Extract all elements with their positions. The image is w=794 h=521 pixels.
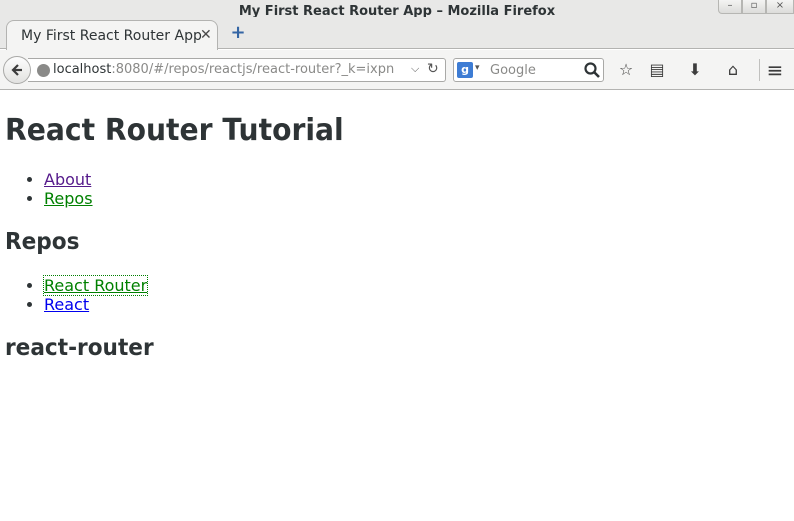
back-arrow-icon [11, 64, 22, 76]
reload-icon[interactable]: ↻ [427, 61, 439, 77]
react-router-link[interactable]: React Router [42, 275, 149, 296]
search-icon[interactable] [583, 61, 601, 79]
menu-icon[interactable]: ≡ [765, 60, 785, 80]
repo-name-heading: react-router [5, 335, 154, 361]
tab-close-icon[interactable]: ✕ [200, 27, 212, 43]
tab-strip: My First React Router App ✕ + [0, 17, 794, 50]
page-title: React Router Tutorial [5, 113, 344, 148]
list-item: Repos [44, 189, 93, 208]
react-link[interactable]: React [44, 295, 89, 314]
search-input[interactable] [490, 62, 578, 78]
page-content: React Router Tutorial About Repos Repos … [0, 91, 794, 521]
list-item: About [44, 170, 93, 189]
repos-heading: Repos [5, 229, 80, 255]
reading-list-icon[interactable]: ▤ [647, 60, 667, 80]
list-item: React Router [42, 275, 149, 296]
new-tab-button[interactable]: + [230, 24, 246, 42]
url-bar[interactable]: localhost:8080/#/repos/reactjs/react-rou… [28, 58, 446, 82]
back-button[interactable] [3, 56, 31, 84]
repos-link[interactable]: Repos [44, 189, 93, 208]
maximize-button[interactable]: ▫ [742, 0, 766, 14]
tab-label: My First React Router App [21, 28, 202, 44]
window-titlebar: My First React Router App – Mozilla Fire… [0, 0, 794, 19]
url-host: localhost [53, 62, 112, 77]
tab-my-first-react-router-app[interactable]: My First React Router App ✕ [6, 20, 218, 50]
bookmark-star-icon[interactable]: ☆ [616, 60, 636, 80]
toolbar-separator [759, 59, 760, 81]
minimize-button[interactable]: – [718, 0, 742, 14]
globe-icon [37, 64, 50, 77]
google-engine-icon[interactable]: g [457, 62, 473, 78]
list-item: React [44, 295, 147, 314]
engine-dropdown-icon[interactable]: ▾ [475, 63, 480, 73]
repo-links-list: React Router React [42, 275, 149, 314]
home-icon[interactable]: ⌂ [723, 60, 743, 80]
search-bar[interactable]: g ▾ [453, 58, 604, 82]
downloads-icon[interactable]: ⬇ [685, 60, 705, 80]
about-link[interactable]: About [44, 170, 91, 189]
url-history-dropdown-icon[interactable]: ⌵ [411, 62, 419, 76]
close-window-button[interactable]: × [766, 0, 794, 14]
nav-links-list: About Repos [44, 170, 93, 208]
url-text[interactable]: localhost:8080/#/repos/reactjs/react-rou… [53, 62, 411, 77]
navigation-toolbar: localhost:8080/#/repos/reactjs/react-rou… [0, 50, 794, 90]
url-path: :8080/#/repos/reactjs/react-router?_k=ix… [111, 62, 395, 77]
